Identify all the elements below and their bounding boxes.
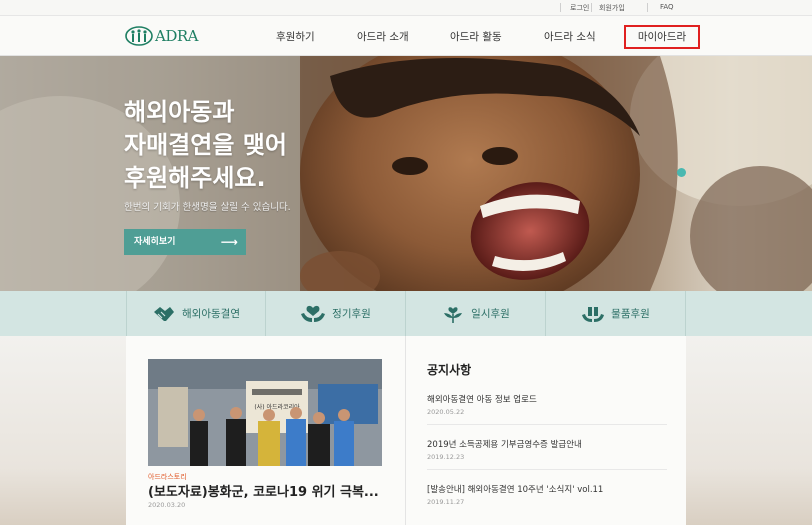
hero-headline-line: 후원해주세요.: [124, 164, 266, 192]
learn-more-label: 자세히보기: [134, 237, 176, 247]
nav-donate[interactable]: 후원하기: [276, 29, 315, 44]
plant-heart-icon: [444, 306, 463, 323]
category-label: 해외아동결연: [182, 308, 240, 320]
login-link[interactable]: 로그인: [570, 3, 589, 13]
category-label: 일시후원: [471, 308, 510, 320]
notice-date: 2019.12.23: [427, 453, 465, 461]
handshake-icon: [154, 306, 175, 321]
divider: [591, 3, 592, 12]
join-link[interactable]: 회원가입: [599, 3, 625, 13]
news-date: 2020.03.20: [148, 501, 186, 509]
adra-logo[interactable]: ADRA: [125, 26, 199, 46]
main-header: ADRA 후원하기 아드라 소개 아드라 활동 아드라 소식 마이아드라: [0, 16, 812, 56]
nav-mypage[interactable]: 마이아드라: [624, 25, 700, 49]
gift-hands-icon: [582, 306, 605, 322]
notice-date: 2019.11.27: [427, 498, 465, 506]
notice-title[interactable]: [발송안내] 해외아동결연 10주년 '소식지' vol.11: [427, 483, 603, 495]
nav-news[interactable]: 아드라 소식: [544, 29, 596, 44]
divider: [427, 469, 667, 470]
divider: [405, 336, 406, 525]
adra-logo-icon: [125, 26, 153, 46]
divider: [647, 3, 648, 12]
divider: [427, 424, 667, 425]
category-child-sponsorship[interactable]: 해외아동결연: [126, 291, 266, 336]
notice-item[interactable]: 2019년 소득공제용 기부금영수증 발급안내 2019.12.23: [427, 438, 582, 461]
slider-indicator[interactable]: [677, 168, 686, 177]
category-label: 물품후원: [611, 308, 650, 320]
category-one-time-donation[interactable]: 일시후원: [406, 291, 546, 336]
background-left: [0, 336, 126, 525]
notice-date: 2020.05.22: [427, 408, 465, 416]
divider: [560, 3, 561, 12]
hero-photo: [0, 56, 812, 291]
news-title-link[interactable]: (보도자료)봉화군, 코로나19 위기 극복...: [148, 481, 379, 500]
learn-more-button[interactable]: 자세히보기 ⟶: [124, 229, 246, 255]
category-regular-donation[interactable]: 정기후원: [266, 291, 406, 336]
news-photo[interactable]: (사) 아드라코리아: [148, 359, 382, 466]
nav-about[interactable]: 아드라 소개: [357, 29, 409, 44]
category-goods-donation[interactable]: 물품후원: [546, 291, 686, 336]
nav-activities[interactable]: 아드라 활동: [450, 29, 502, 44]
notice-item[interactable]: [발송안내] 해외아동결연 10주년 '소식지' vol.11 2019.11.…: [427, 483, 603, 506]
hero-headline-line: 자매결연을 맺어: [124, 131, 287, 159]
news-image: (사) 아드라코리아: [148, 359, 382, 466]
arrow-right-icon: ⟶: [220, 235, 238, 249]
category-label: 정기후원: [332, 308, 371, 320]
notice-heading: 공지사항: [427, 363, 472, 377]
hero-subtext: 한번의 기회가 한생명을 살릴 수 있습니다.: [124, 202, 291, 213]
logo-text: ADRA: [155, 27, 199, 45]
notice-title[interactable]: 해외아동결연 아동 정보 업로드: [427, 393, 537, 405]
hero-headline-line: 해외아동과: [124, 98, 235, 126]
utility-bar: 로그인 회원가입 FAQ: [0, 0, 812, 16]
notice-title[interactable]: 2019년 소득공제용 기부금영수증 발급안내: [427, 438, 582, 450]
hands-heart-icon: [301, 305, 326, 322]
hero-banner: 해외아동과 자매결연을 맺어 후원해주세요. 한번의 기회가 한생명을 살릴 수…: [0, 56, 812, 291]
faq-link[interactable]: FAQ: [660, 3, 674, 11]
donation-category-bar: 해외아동결연 정기후원 일시후원 물품후원: [0, 291, 812, 336]
hero-headline: 해외아동과 자매결연을 맺어 후원해주세요.: [124, 96, 287, 195]
background-right: [686, 336, 812, 525]
notice-item[interactable]: 해외아동결연 아동 정보 업로드 2020.05.22: [427, 393, 537, 416]
